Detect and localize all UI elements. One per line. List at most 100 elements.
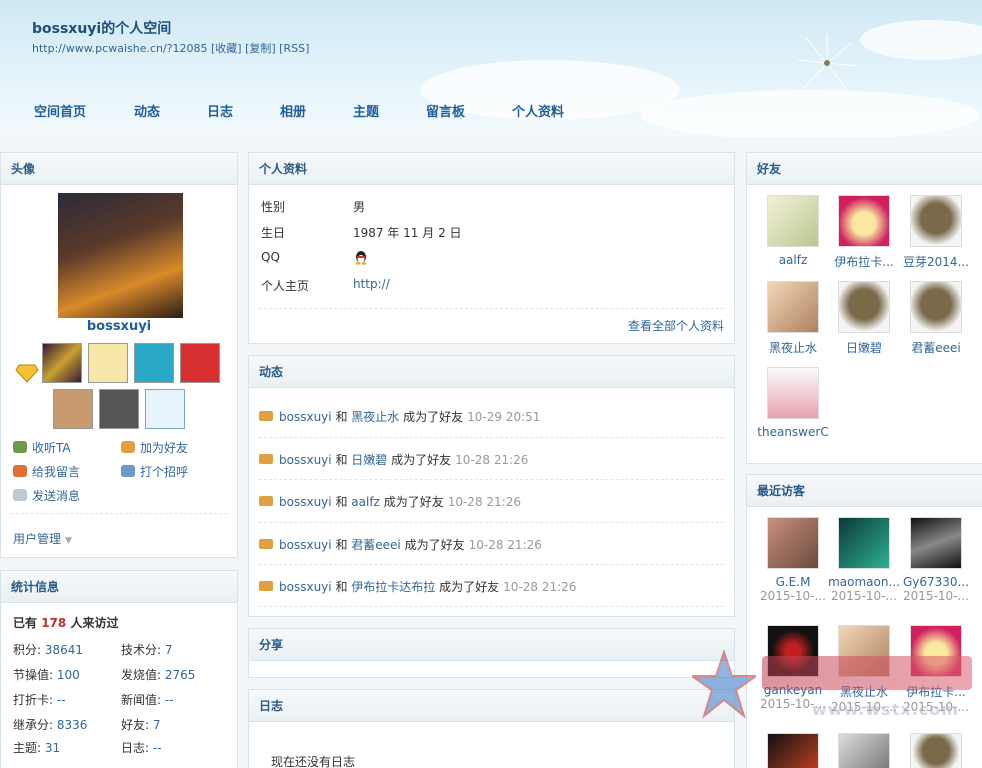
friend-avatar[interactable] — [767, 195, 819, 247]
friend-avatar[interactable] — [767, 281, 819, 333]
visitor-item[interactable]: G.E.M 2015-10-... — [757, 517, 829, 603]
feed-item: bossxuyi 和 日嫩碧 成为了好友 10-28 21:26 — [259, 451, 528, 468]
friend-icon — [259, 411, 273, 421]
visitor-name[interactable]: Gy67330... — [900, 575, 972, 589]
friend-name[interactable]: aalfz — [757, 253, 829, 267]
visitor-name[interactable]: maomaon... — [828, 575, 900, 589]
feed-and: 和 — [335, 495, 348, 509]
space-title[interactable]: bossxuyi的个人空间 — [32, 18, 171, 38]
follow-button[interactable]: 收听TA — [13, 439, 71, 456]
stat-value: -- — [164, 693, 174, 707]
medal-icon[interactable] — [88, 343, 128, 383]
feed-user-link[interactable]: bossxuyi — [279, 410, 332, 424]
friend-avatar[interactable] — [767, 367, 819, 419]
nav-blog[interactable]: 日志 — [207, 101, 233, 120]
friend-avatar[interactable] — [838, 195, 890, 247]
profile-value: 男 — [353, 200, 366, 214]
visitor-item[interactable]: Gy67330... 2015-10-... — [900, 517, 972, 603]
blog-panel: 日志 现在还没有日志 — [248, 689, 735, 768]
visitor-item[interactable]: maomaon... 2015-10-... — [828, 517, 900, 603]
feed-friend-link[interactable]: 日嫩碧 — [351, 453, 387, 467]
visitor-avatar[interactable] — [910, 517, 962, 569]
friend-item[interactable]: 黑夜止水 — [757, 281, 829, 356]
visitor-avatar[interactable] — [767, 517, 819, 569]
stat-value: 38641 — [44, 643, 84, 657]
friend-avatar[interactable] — [910, 281, 962, 333]
friend-name[interactable]: theanswerC — [757, 425, 829, 439]
stat-value: -- — [56, 693, 66, 707]
friend-name[interactable]: 黑夜止水 — [757, 339, 829, 356]
qq-penguin-icon[interactable] — [353, 249, 369, 265]
feed-time: 10-28 21:26 — [503, 580, 577, 594]
view-all-profile-link[interactable]: 查看全部个人资料 — [628, 317, 724, 334]
greet-button[interactable]: 打个招呼 — [121, 463, 188, 480]
feed-friend-link[interactable]: aalfz — [351, 495, 380, 509]
friend-name[interactable]: 日嫩碧 — [828, 339, 900, 356]
diamond-icon[interactable] — [15, 361, 39, 383]
username[interactable]: bossxuyi — [1, 319, 237, 334]
friend-avatar[interactable] — [838, 281, 890, 333]
send-message-button[interactable]: 发送消息 — [13, 487, 80, 504]
stat-item: 新闻值: -- — [121, 691, 174, 708]
nav-feed[interactable]: 动态 — [134, 101, 160, 120]
medal-icon[interactable] — [145, 389, 185, 429]
add-friend-button[interactable]: 加为好友 — [121, 439, 188, 456]
friend-item[interactable]: theanswerC — [757, 367, 829, 439]
feed-friend-link[interactable]: 伊布拉卡达布拉 — [351, 580, 435, 594]
medal-icon[interactable] — [53, 389, 93, 429]
avatar[interactable] — [58, 193, 183, 318]
greet-label: 打个招呼 — [140, 465, 189, 479]
profile-panel: 个人资料 性别 男 生日 1987 年 11 月 2 日 QQ 个人主页 htt… — [248, 152, 735, 344]
feed-user-link[interactable]: bossxuyi — [279, 538, 332, 552]
visitor-avatar[interactable] — [838, 517, 890, 569]
feed-friend-link[interactable]: 黑夜止水 — [351, 410, 399, 424]
nav-home[interactable]: 空间首页 — [34, 101, 86, 120]
friend-item[interactable]: 豆芽2014... — [900, 195, 972, 270]
friend-item[interactable]: aalfz — [757, 195, 829, 267]
user-manage-dropdown[interactable]: 用户管理 ▼ — [13, 530, 72, 547]
watermark-logo — [762, 656, 972, 690]
friend-name[interactable]: 伊布拉卡... — [828, 253, 900, 270]
medal-icon[interactable] — [180, 343, 220, 383]
feed-item: bossxuyi 和 aalfz 成为了好友 10-28 21:26 — [259, 493, 521, 510]
stat-item: 好友: 7 — [121, 716, 161, 733]
stat-item: 积分: 38641 — [13, 641, 83, 658]
profile-value: 1987 年 11 月 2 日 — [353, 226, 462, 240]
cloud-decoration — [860, 20, 982, 60]
stat-value: 2765 — [164, 668, 196, 682]
profile-label: 性别 — [261, 200, 286, 214]
stats-panel: 统计信息 已有 178 人来访过 积分: 38641 技术分: 7 节操值: 1… — [0, 570, 238, 768]
leave-message-button[interactable]: 给我留言 — [13, 463, 80, 480]
nav-guestbook[interactable]: 留言板 — [426, 101, 465, 120]
divider — [259, 522, 724, 523]
medal-icon[interactable] — [134, 343, 174, 383]
feed-time: 10-28 21:26 — [468, 538, 542, 552]
nav-album[interactable]: 相册 — [280, 101, 306, 120]
medal-icon[interactable] — [99, 389, 139, 429]
feed-user-link[interactable]: bossxuyi — [279, 453, 332, 467]
visit-suffix: 人来访过 — [70, 616, 119, 630]
site-watermark: www.wstx.com — [692, 650, 982, 740]
feed-text: 成为了好友 — [383, 495, 444, 509]
friend-item[interactable]: 君蓄eeei — [900, 281, 972, 356]
friend-avatar[interactable] — [910, 195, 962, 247]
visitor-name[interactable]: G.E.M — [757, 575, 829, 589]
nav-topics[interactable]: 主题 — [353, 101, 379, 120]
profile-label: 个人主页 — [261, 279, 310, 293]
friend-name[interactable]: 君蓄eeei — [900, 339, 972, 356]
feed-user-link[interactable]: bossxuyi — [279, 495, 332, 509]
feed-user-link[interactable]: bossxuyi — [279, 580, 332, 594]
follow-label: 收听TA — [32, 441, 71, 455]
medal-icon[interactable] — [42, 343, 82, 383]
friend-name[interactable]: 豆芽2014... — [900, 253, 972, 270]
add-friend-icon — [121, 441, 135, 453]
homepage-link[interactable]: http:// — [353, 277, 390, 291]
space-url-line[interactable]: http://www.pcwaishe.cn/?12085 [收藏] [复制] … — [32, 40, 309, 56]
nav-profile[interactable]: 个人资料 — [512, 101, 564, 120]
friend-item[interactable]: 伊布拉卡... — [828, 195, 900, 270]
friend-item[interactable]: 日嫩碧 — [828, 281, 900, 356]
blog-empty-text: 现在还没有日志 — [271, 755, 356, 768]
feed-friend-link[interactable]: 君蓄eeei — [351, 538, 400, 552]
divider — [259, 606, 724, 607]
feed-item: bossxuyi 和 君蓄eeei 成为了好友 10-28 21:26 — [259, 536, 542, 553]
